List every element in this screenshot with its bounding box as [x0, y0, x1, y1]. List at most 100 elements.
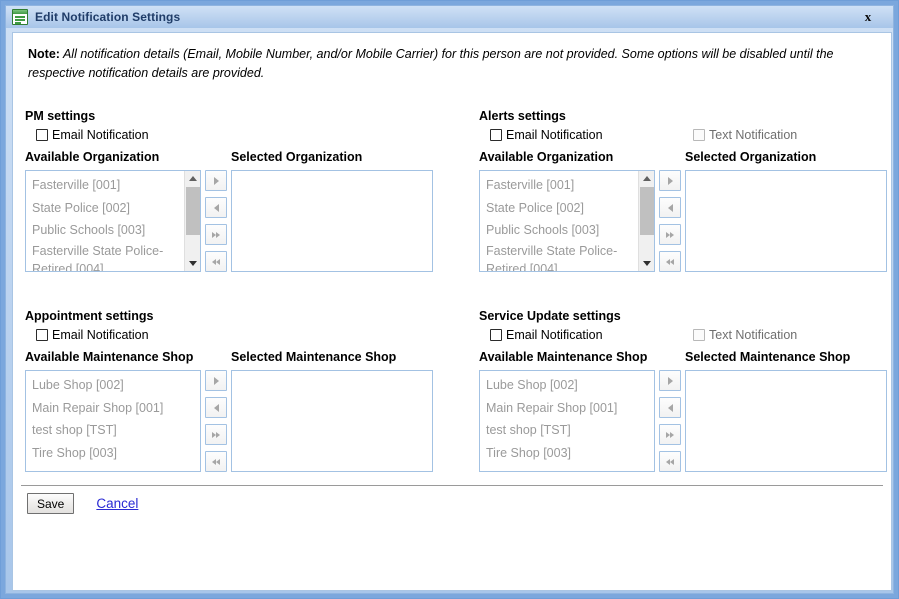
transfer-buttons-service-update — [659, 370, 681, 478]
list-item[interactable]: Lube Shop [002] — [486, 374, 617, 397]
list-item[interactable]: Lube Shop [002] — [32, 374, 163, 397]
email-notification-checkbox-input-alerts[interactable] — [490, 129, 502, 141]
cancel-link[interactable]: Cancel — [96, 496, 138, 511]
available-list-items-alerts: Fasterville [001] State Police [002] Publi… — [480, 171, 636, 272]
list-item[interactable]: Fasterville [001] — [32, 174, 182, 197]
note-body: All notification details (Email, Mobile … — [28, 47, 834, 80]
dual-list-appointment: Lube Shop [002] Main Repair Shop [001] tes… — [25, 370, 433, 472]
scrollbar-thumb[interactable] — [186, 187, 200, 235]
window-list-icon — [12, 9, 28, 25]
dialog-body: Note: All notification details (Email, M… — [12, 32, 892, 591]
move-left-button[interactable] — [659, 397, 681, 418]
available-listbox-appointment[interactable]: Lube Shop [002] Main Repair Shop [001] tes… — [25, 370, 201, 472]
footer-separator — [21, 485, 883, 486]
move-right-button[interactable] — [205, 170, 227, 191]
move-all-right-button[interactable] — [205, 424, 227, 445]
list-item[interactable]: State Police [002] — [32, 197, 182, 220]
list-item[interactable]: Main Repair Shop [001] — [32, 397, 163, 420]
available-list-items-pm: Fasterville [001] State Police [002] Publi… — [26, 171, 182, 272]
panel-pm: PM settings Email Notification Available O… — [25, 109, 433, 272]
panel-alerts: Alerts settings Email Notification Text No… — [479, 109, 887, 272]
column-headers-appointment: Available Maintenance Shop Selected Maint… — [25, 350, 396, 368]
transfer-buttons-appointment — [205, 370, 227, 478]
email-notification-label-appointment: Email Notification — [52, 328, 149, 342]
selected-listbox-appointment[interactable] — [231, 370, 433, 472]
selected-list-items-alerts — [686, 171, 692, 174]
move-left-button[interactable] — [205, 197, 227, 218]
text-notification-checkbox-input-service-update[interactable] — [693, 329, 705, 341]
email-notification-checkbox-alerts[interactable]: Email Notification — [490, 128, 603, 142]
available-listbox-service-update[interactable]: Lube Shop [002] Main Repair Shop [001] tes… — [479, 370, 655, 472]
scrollbar-thumb[interactable] — [640, 187, 654, 235]
dual-list-alerts: Fasterville [001] State Police [002] Publi… — [479, 170, 887, 272]
list-item[interactable]: Fasterville State Police-Retired [004] — [486, 242, 636, 272]
scrollbar-alerts[interactable] — [638, 171, 654, 271]
selected-header-service-update: Selected Maintenance Shop — [685, 350, 851, 364]
footer: Save Cancel — [27, 493, 138, 514]
window-title: Edit Notification Settings — [35, 10, 181, 24]
list-item[interactable]: Public Schools [003] — [486, 219, 636, 242]
selected-listbox-pm[interactable] — [231, 170, 433, 272]
scroll-down-icon[interactable] — [639, 256, 654, 271]
email-notification-checkbox-input-appointment[interactable] — [36, 329, 48, 341]
move-all-right-button[interactable] — [659, 424, 681, 445]
available-listbox-pm[interactable]: Fasterville [001] State Police [002] Publi… — [25, 170, 201, 272]
checkbox-row-alerts: Email Notification Text Notification — [479, 128, 797, 147]
move-left-button[interactable] — [205, 397, 227, 418]
scrollbar-pm[interactable] — [184, 171, 200, 271]
text-notification-checkbox-alerts[interactable]: Text Notification — [693, 128, 797, 142]
move-right-button[interactable] — [659, 170, 681, 191]
transfer-buttons-alerts — [659, 170, 681, 278]
move-all-left-button[interactable] — [205, 251, 227, 272]
move-all-right-button[interactable] — [659, 224, 681, 245]
dual-list-service-update: Lube Shop [002] Main Repair Shop [001] tes… — [479, 370, 887, 472]
move-right-button[interactable] — [205, 370, 227, 391]
available-header-alerts: Available Organization — [479, 150, 614, 164]
list-item[interactable]: State Police [002] — [486, 197, 636, 220]
available-list-items-appointment: Lube Shop [002] Main Repair Shop [001] tes… — [26, 371, 163, 464]
email-notification-checkbox-input-pm[interactable] — [36, 129, 48, 141]
list-item[interactable]: Fasterville [001] — [486, 174, 636, 197]
email-notification-checkbox-input-service-update[interactable] — [490, 329, 502, 341]
panel-service-update: Service Update settings Email Notificatio… — [479, 309, 887, 472]
list-item[interactable]: test shop [TST] — [486, 419, 617, 442]
move-all-right-button[interactable] — [205, 224, 227, 245]
dual-list-pm: Fasterville [001] State Police [002] Publi… — [25, 170, 433, 272]
column-headers-alerts: Available Organization Selected Organizat… — [479, 150, 816, 168]
transfer-buttons-pm — [205, 170, 227, 278]
move-all-left-button[interactable] — [659, 251, 681, 272]
scroll-up-icon[interactable] — [185, 171, 200, 186]
list-item[interactable]: test shop [TST] — [32, 419, 163, 442]
save-button[interactable]: Save — [27, 493, 75, 514]
move-right-button[interactable] — [659, 370, 681, 391]
selected-listbox-service-update[interactable] — [685, 370, 887, 472]
titlebar[interactable]: Edit Notification Settings x — [6, 6, 893, 28]
scroll-down-icon[interactable] — [185, 256, 200, 271]
panel-title-appointment: Appointment settings — [25, 309, 154, 323]
email-notification-checkbox-appointment[interactable]: Email Notification — [36, 328, 149, 342]
available-listbox-alerts[interactable]: Fasterville [001] State Police [002] Publi… — [479, 170, 655, 272]
list-item[interactable]: Fasterville State Police-Retired [004] — [32, 242, 182, 272]
checkbox-row-appointment: Email Notification — [25, 328, 153, 347]
text-notification-checkbox-input-alerts[interactable] — [693, 129, 705, 141]
available-header-appointment: Available Maintenance Shop — [25, 350, 194, 364]
list-item[interactable]: Public Schools [003] — [32, 219, 182, 242]
selected-list-items-service-update — [686, 371, 692, 374]
move-left-button[interactable] — [659, 197, 681, 218]
available-header-service-update: Available Maintenance Shop — [479, 350, 648, 364]
close-icon[interactable]: x — [859, 8, 877, 26]
scroll-up-icon[interactable] — [639, 171, 654, 186]
email-notification-label-alerts: Email Notification — [506, 128, 603, 142]
email-notification-label-pm: Email Notification — [52, 128, 149, 142]
list-item[interactable]: Main Repair Shop [001] — [486, 397, 617, 420]
text-notification-checkbox-service-update[interactable]: Text Notification — [693, 328, 797, 342]
email-notification-checkbox-service-update[interactable]: Email Notification — [490, 328, 603, 342]
email-notification-checkbox-pm[interactable]: Email Notification — [36, 128, 149, 142]
selected-header-pm: Selected Organization — [231, 150, 363, 164]
move-all-left-button[interactable] — [205, 451, 227, 472]
list-item[interactable]: Tire Shop [003] — [486, 442, 617, 465]
list-item[interactable]: Tire Shop [003] — [32, 442, 163, 465]
note-text: Note: All notification details (Email, M… — [28, 45, 873, 83]
move-all-left-button[interactable] — [659, 451, 681, 472]
selected-listbox-alerts[interactable] — [685, 170, 887, 272]
